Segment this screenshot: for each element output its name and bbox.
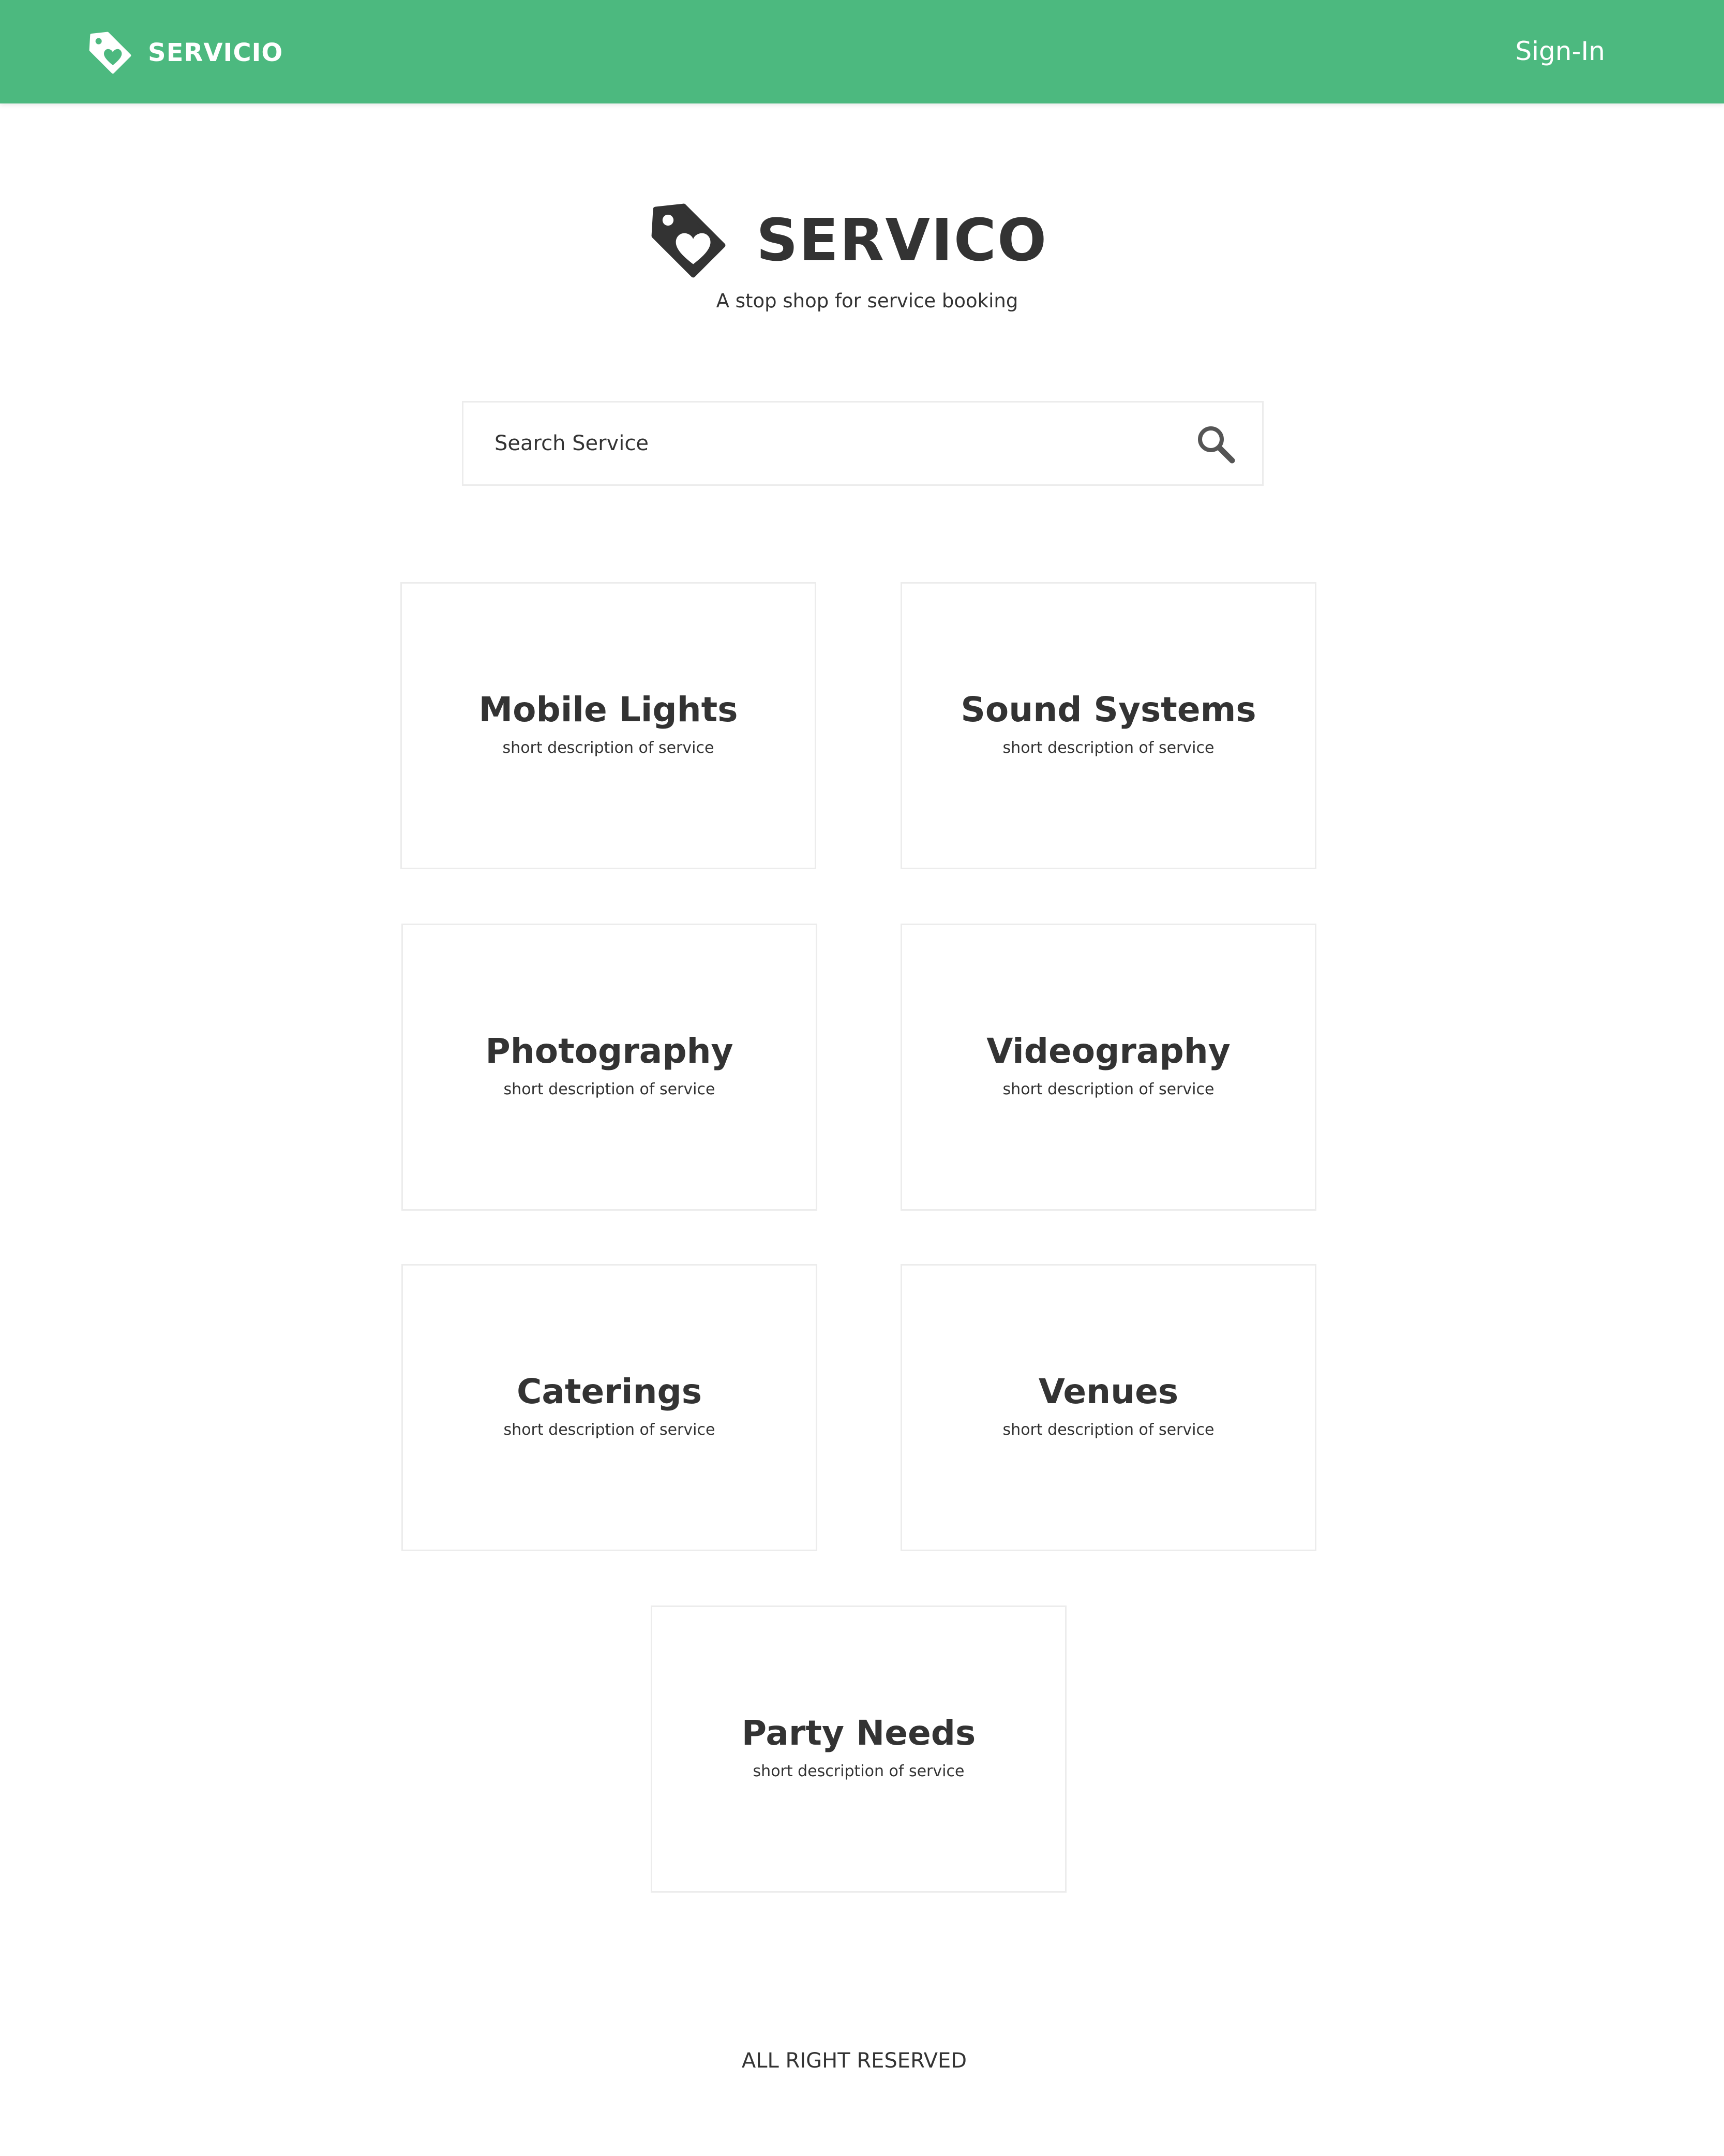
service-card-title: Sound Systems <box>961 690 1256 730</box>
hero-section: SERVICO A stop shop for service booking <box>0 197 1724 331</box>
heart-tag-icon <box>89 32 131 74</box>
heart-tag-icon <box>651 203 726 278</box>
service-card-party-needs[interactable]: Party Needs short description of service <box>651 1605 1067 1893</box>
service-card-description: short description of service <box>1002 1421 1215 1439</box>
footer-copyright: ALL RIGHT RESERVED <box>741 2049 967 2073</box>
service-card-photography[interactable]: Photography short description of service <box>401 924 817 1211</box>
service-card-sound-systems[interactable]: Sound Systems short description of servi… <box>901 582 1316 869</box>
nav-brand[interactable]: SERVICIO <box>88 30 283 76</box>
service-card-description: short description of service <box>1002 1080 1215 1098</box>
service-card-description: short description of service <box>753 1762 965 1780</box>
service-card-title: Mobile Lights <box>478 690 738 730</box>
service-card-caterings[interactable]: Caterings short description of service <box>401 1264 817 1551</box>
service-card-venues[interactable]: Venues short description of service <box>901 1264 1316 1551</box>
sign-in-link[interactable]: Sign-In <box>1515 36 1605 66</box>
top-navbar: SERVICIO Sign-In <box>0 0 1724 103</box>
service-card-title: Videography <box>986 1031 1231 1071</box>
service-card-title: Party Needs <box>741 1713 976 1753</box>
service-card-title: Photography <box>485 1031 733 1071</box>
service-card-description: short description of service <box>503 1080 715 1098</box>
search-icon[interactable] <box>1195 423 1236 465</box>
service-card-description: short description of service <box>1002 739 1215 757</box>
service-card-description: short description of service <box>502 739 714 757</box>
service-card-title: Caterings <box>517 1372 702 1411</box>
search-bar <box>462 401 1264 486</box>
tagline: A stop shop for service booking <box>716 290 1018 312</box>
hero-brand: SERVICO <box>649 197 1047 285</box>
nav-brand-name: SERVICIO <box>148 38 283 67</box>
service-card-videography[interactable]: Videography short description of service <box>901 924 1316 1211</box>
service-card-description: short description of service <box>503 1421 715 1439</box>
page-title: SERVICO <box>756 207 1048 274</box>
service-card-mobile-lights[interactable]: Mobile Lights short description of servi… <box>400 582 816 869</box>
search-input[interactable] <box>493 403 1140 484</box>
service-card-title: Venues <box>1038 1372 1179 1411</box>
